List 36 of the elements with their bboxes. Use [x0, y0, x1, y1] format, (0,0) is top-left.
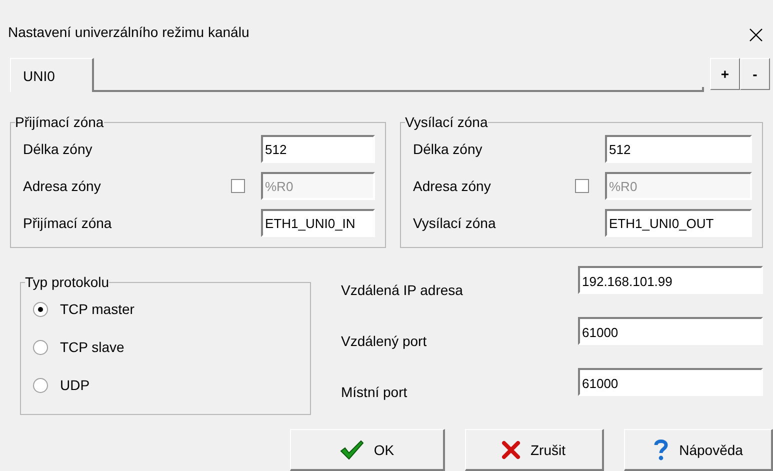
input-field[interactable]: 512: [261, 134, 375, 162]
tab[interactable]: UNI0: [10, 58, 94, 92]
field-label: Adresa zóny: [23, 178, 102, 194]
help-button[interactable]: Nápověda: [624, 429, 773, 471]
radio-button[interactable]: [33, 378, 48, 392]
field-label: Adresa zóny: [413, 178, 492, 194]
field-label: Místní port: [341, 384, 408, 400]
group-title: Vysílací zóna: [405, 114, 488, 130]
question-mark-icon: [653, 438, 670, 460]
cancel-button[interactable]: Zrušit: [464, 429, 604, 471]
field-label: Přijímací zóna: [23, 214, 113, 230]
add-tab-button[interactable]: +: [710, 58, 740, 90]
field-label: Vysílací zóna: [413, 214, 497, 230]
ok-button[interactable]: OK: [290, 429, 445, 471]
radio-label: UDP: [60, 377, 90, 393]
input-field[interactable]: 61000: [578, 368, 763, 396]
input-field[interactable]: ETH1_UNI0_OUT: [605, 208, 752, 236]
input-field[interactable]: 192.168.101.99: [578, 266, 763, 294]
close-icon[interactable]: [749, 28, 763, 42]
checkmark-icon: [340, 440, 364, 460]
field-label: Vzdálený port: [341, 333, 428, 349]
window-title: Nastavení univerzálního režimu kanálu: [8, 24, 250, 40]
field-label: Vzdálená IP adresa: [341, 282, 464, 298]
group-title: Přijímací zóna: [15, 114, 104, 130]
remove-tab-button[interactable]: -: [740, 58, 770, 90]
cross-icon: [502, 440, 520, 458]
input-field[interactable]: 61000: [578, 317, 763, 345]
input-field[interactable]: ETH1_UNI0_IN: [261, 208, 375, 236]
group-title: Typ protokolu: [25, 274, 110, 290]
field-label: Délka zóny: [23, 140, 94, 156]
radio-label: TCP master: [60, 301, 134, 317]
field-label: Délka zóny: [413, 140, 484, 156]
radio-button[interactable]: [33, 302, 48, 316]
radio-label: TCP slave: [60, 339, 124, 355]
input-field[interactable]: 512: [605, 134, 752, 162]
radio-button[interactable]: [33, 340, 48, 354]
